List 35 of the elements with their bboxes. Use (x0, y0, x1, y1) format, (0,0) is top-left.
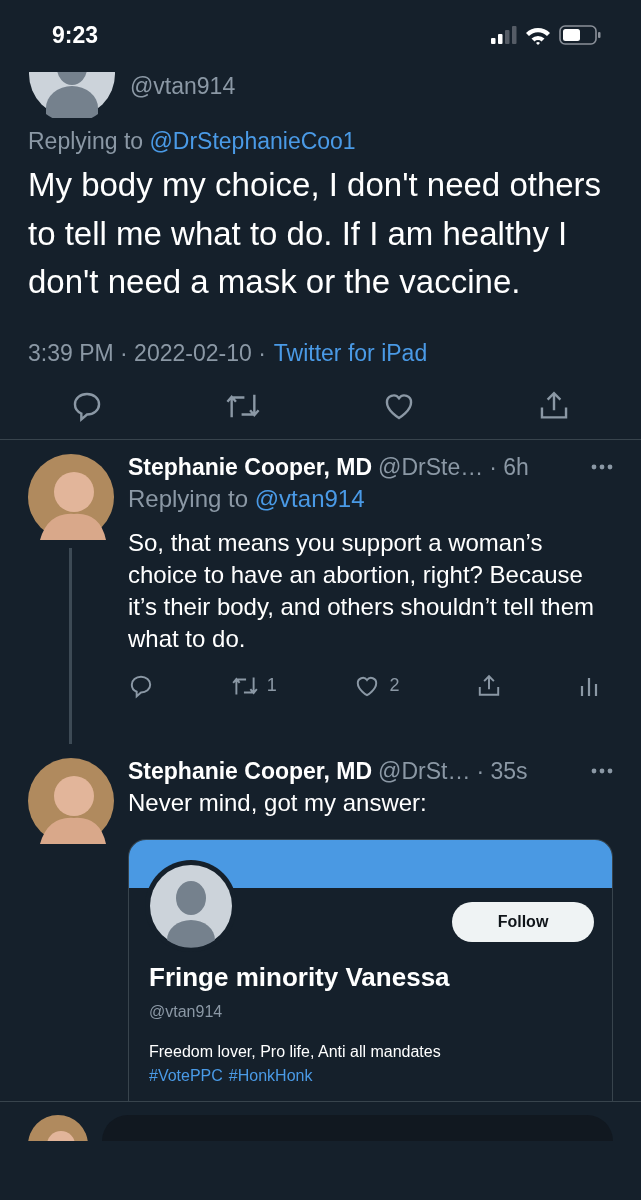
more-icon[interactable] (591, 464, 613, 470)
retweet-count: 1 (266, 675, 277, 696)
status-time: 9:23 (52, 21, 99, 49)
more-icon[interactable] (591, 768, 613, 774)
follow-button[interactable]: Follow (452, 901, 594, 942)
profile-name: Fringe minority Vanessa (148, 960, 451, 993)
source-link[interactable]: Twitter for iPad (273, 339, 428, 367)
avatar (28, 1114, 88, 1141)
tweet-text: My body my choice, I don't need others to tell me what to do. If I am healthy I don't need a mask or the vaccine. (28, 165, 603, 302)
battery-icon (559, 25, 601, 45)
tweet-timestamp: 3:39 PM · 2022-02-10 · (28, 339, 266, 367)
avatar[interactable] (28, 453, 114, 540)
mention-link[interactable]: @vtan914 (254, 484, 365, 512)
hashtag-link[interactable]: #HonkHonk (228, 1066, 313, 1085)
profile-bio: Freedom lover, Pro life, Anti all mandates (148, 1041, 442, 1061)
user-handle[interactable]: @vtan914 (130, 73, 236, 118)
author-handle: @DrSte… (378, 453, 484, 481)
hashtag-link[interactable]: #VotePPC (149, 1066, 223, 1085)
author-handle: @DrSt… (378, 757, 471, 785)
tweet-time: · 35s (476, 757, 528, 785)
author-name[interactable]: Stephanie Cooper, MD (128, 757, 373, 785)
tweet-time: · 6h (489, 453, 529, 481)
avatar[interactable] (28, 72, 116, 118)
replying-to-text: Replying to @DrStephanieCoo1 (28, 128, 357, 155)
reply-text: So, that means you support a woman’s choice to have an abortion, right? Because it’s their body, and others shouldn’t tell them what to do. (128, 527, 596, 654)
profile-card[interactable]: Follow Fringe minority Vanessa @vtan914 Freedom lover, Pro life, Anti all mandates #VotePPC #HonkHonk (128, 838, 613, 1101)
replying-to-text: Replying to @vtan914 (128, 484, 366, 513)
wifi-icon (525, 25, 551, 45)
author-name[interactable]: Stephanie Cooper, MD (128, 453, 373, 481)
mention-link[interactable]: @DrStephanieCoo1 (149, 128, 356, 154)
profile-handle: @vtan914 (148, 1001, 224, 1021)
like-count: 2 (389, 675, 400, 696)
reply-text: Never mind, got my answer: (128, 787, 428, 818)
signal-icon (491, 26, 517, 44)
avatar[interactable] (28, 757, 114, 844)
